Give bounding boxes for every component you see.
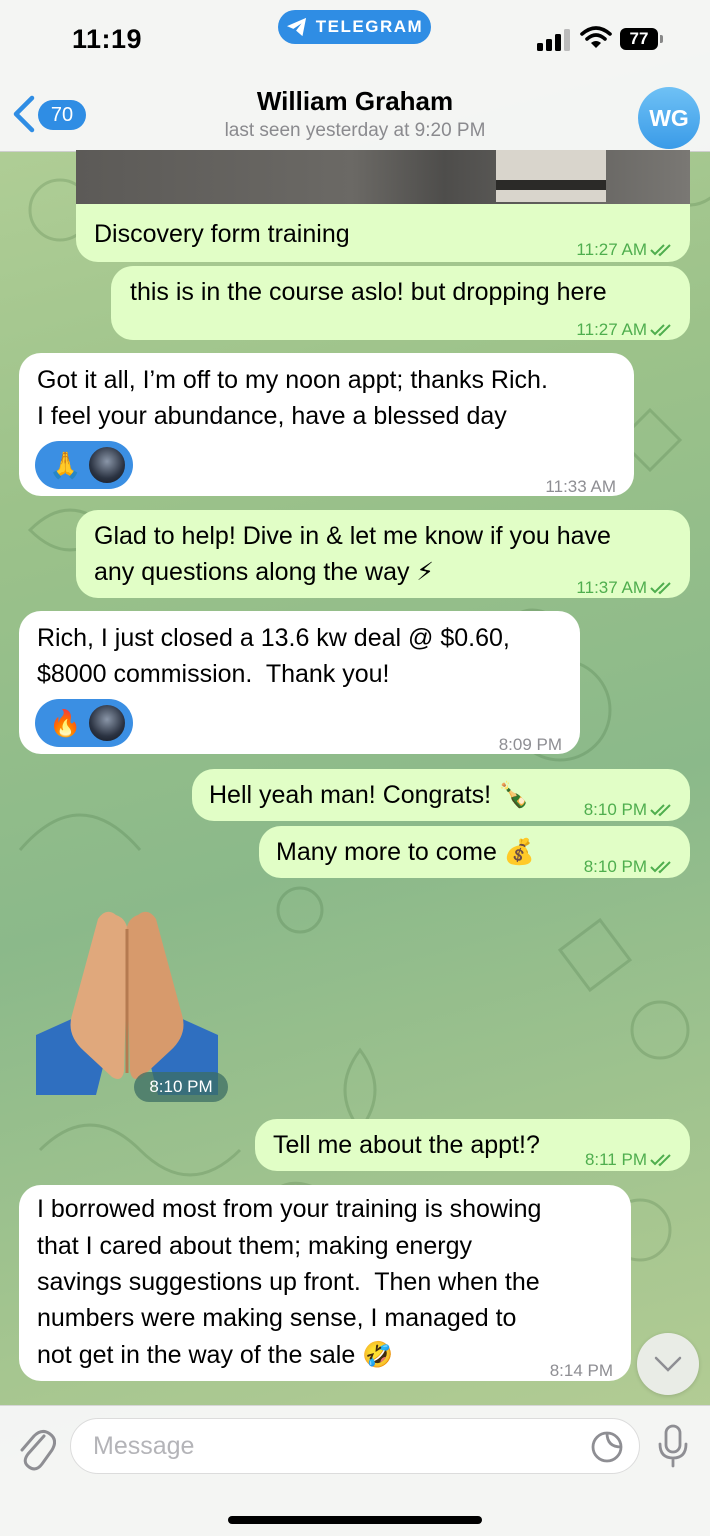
telegram-pill-label: TELEGRAM bbox=[315, 17, 424, 36]
double-check-icon bbox=[650, 861, 671, 874]
double-check-icon bbox=[650, 324, 671, 337]
message-time: 11:37 AM bbox=[576, 570, 676, 606]
message-time: 11:27 AM bbox=[576, 312, 676, 348]
message-bubble-outgoing[interactable]: this is in the course aslo! but dropping… bbox=[111, 266, 690, 340]
double-check-icon bbox=[650, 804, 671, 817]
message-bubble-incoming[interactable]: Got it all, I’m off to my noon appt; tha… bbox=[19, 353, 634, 496]
message-text: Many more to come 💰 bbox=[276, 838, 535, 866]
message-time: 8:09 PM bbox=[498, 735, 562, 754]
message-bubble-outgoing[interactable]: Glad to help! Dive in & let me know if y… bbox=[76, 510, 690, 598]
message-text: Glad to help! Dive in & let me know if y… bbox=[94, 522, 611, 550]
message-text: any questions along the way ⚡ bbox=[94, 558, 434, 586]
header-bar: 11:19 TELEGRAM 77 70 William Graham last… bbox=[0, 0, 710, 152]
reaction-chip[interactable]: 🙏 bbox=[35, 441, 133, 489]
message-input[interactable] bbox=[70, 1418, 640, 1474]
message-text: Got it all, I’m off to my noon appt; tha… bbox=[37, 366, 548, 394]
reactor-avatar bbox=[87, 445, 127, 485]
contact-avatar[interactable]: WG bbox=[638, 87, 700, 149]
message-text: Tell me about the appt!? bbox=[273, 1131, 540, 1159]
double-check-icon bbox=[650, 1154, 671, 1167]
contact-name[interactable]: William Graham bbox=[0, 86, 710, 117]
home-indicator bbox=[228, 1516, 482, 1524]
message-time: 8:10 PM bbox=[134, 1072, 228, 1102]
signal-icon bbox=[537, 29, 570, 51]
composer-bar bbox=[0, 1405, 710, 1536]
microphone-icon[interactable] bbox=[656, 1422, 690, 1470]
message-text: that I cared about them; making energy bbox=[37, 1232, 472, 1260]
video-thumbnail[interactable] bbox=[76, 150, 690, 204]
message-time: 11:27 AM bbox=[576, 232, 676, 268]
message-time: 8:14 PM bbox=[549, 1361, 613, 1380]
reaction-emoji: 🙏 bbox=[49, 450, 82, 480]
sticker-icon[interactable] bbox=[590, 1430, 624, 1464]
message-text: not get in the way of the sale 🤣 bbox=[37, 1341, 394, 1369]
battery-icon: 77 bbox=[620, 28, 663, 50]
message-text: numbers were making sense, I managed to bbox=[37, 1304, 517, 1332]
message-bubble-incoming[interactable]: Rich, I just closed a 13.6 kw deal @ $0.… bbox=[19, 611, 580, 754]
chevron-down-icon bbox=[654, 1356, 682, 1372]
double-check-icon bbox=[650, 582, 671, 595]
message-text: $8000 commission. Thank you! bbox=[37, 660, 390, 688]
message-text: Discovery form training bbox=[94, 220, 350, 248]
message-text: Hell yeah man! Congrats! 🍾 bbox=[209, 781, 530, 809]
last-seen-status: last seen yesterday at 9:20 PM bbox=[224, 120, 486, 141]
paperclip-icon[interactable] bbox=[16, 1424, 56, 1472]
message-bubble-outgoing[interactable]: Discovery form training 11:27 AM bbox=[76, 150, 690, 262]
message-bubble-outgoing[interactable]: Hell yeah man! Congrats! 🍾 8:10 PM bbox=[192, 769, 690, 821]
message-text: this is in the course aslo! but dropping… bbox=[130, 278, 607, 306]
clock: 11:19 bbox=[72, 24, 143, 54]
message-time: 8:10 PM bbox=[584, 792, 676, 828]
message-bubble-incoming[interactable]: I borrowed most from your training is sh… bbox=[19, 1185, 631, 1381]
wifi-icon bbox=[580, 26, 612, 48]
message-text: I borrowed most from your training is sh… bbox=[37, 1195, 542, 1223]
reaction-chip[interactable]: 🔥 bbox=[35, 699, 133, 747]
scroll-to-bottom-button[interactable] bbox=[637, 1333, 699, 1395]
message-time: 11:33 AM bbox=[545, 477, 616, 496]
message-text: I feel your abundance, have a blessed da… bbox=[37, 402, 507, 430]
telegram-icon bbox=[286, 17, 306, 37]
telegram-pill[interactable]: TELEGRAM bbox=[278, 10, 431, 44]
double-check-icon bbox=[650, 244, 671, 257]
message-text: Rich, I just closed a 13.6 kw deal @ $0.… bbox=[37, 624, 510, 652]
folded-hands-emoji[interactable] bbox=[36, 905, 218, 1095]
message-time: 8:10 PM bbox=[584, 849, 676, 885]
reactor-avatar bbox=[87, 703, 127, 743]
message-bubble-outgoing[interactable]: Many more to come 💰 8:10 PM bbox=[259, 826, 690, 878]
message-text: savings suggestions up front. Then when … bbox=[37, 1268, 540, 1296]
message-bubble-outgoing[interactable]: Tell me about the appt!? 8:11 PM bbox=[255, 1119, 690, 1171]
reaction-emoji: 🔥 bbox=[49, 708, 82, 738]
message-time: 8:11 PM bbox=[585, 1142, 676, 1178]
